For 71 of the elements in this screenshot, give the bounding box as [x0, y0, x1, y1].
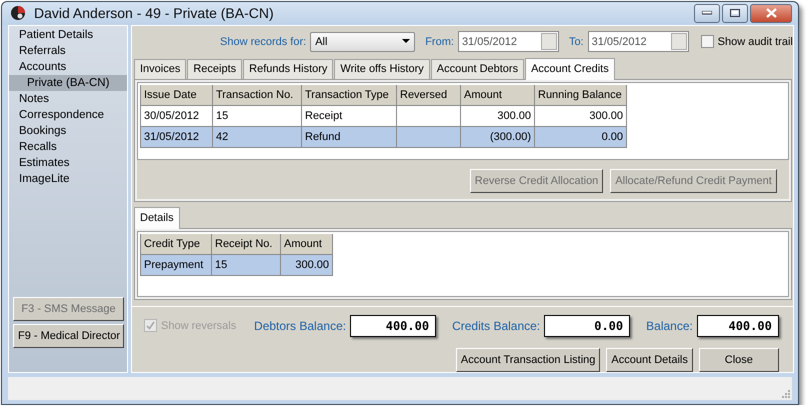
- sidebar-item[interactable]: ImageLite: [9, 170, 127, 186]
- tab[interactable]: Invoices: [134, 58, 186, 78]
- caret-icon: [402, 39, 410, 44]
- minimize-button[interactable]: [694, 4, 720, 23]
- audit-trail-label: Show audit trail: [718, 36, 793, 48]
- sidebar-item[interactable]: Recalls: [9, 138, 127, 154]
- column-header[interactable]: Transaction Type: [302, 84, 397, 106]
- tab[interactable]: Account Credits: [525, 58, 615, 80]
- tab[interactable]: Details: [134, 206, 180, 228]
- audit-trail-checkbox[interactable]: [700, 35, 714, 48]
- footer-button[interactable]: Close: [698, 348, 779, 372]
- shortcut-button[interactable]: F9 - Medical Director: [13, 324, 124, 348]
- balance-value: 400.00: [696, 314, 779, 336]
- tab[interactable]: Write offs History: [334, 58, 430, 78]
- sidebar-item[interactable]: Notes: [9, 90, 127, 106]
- sidebar-item[interactable]: Accounts: [9, 58, 127, 74]
- close-button[interactable]: [750, 4, 792, 23]
- table-cell: 15: [213, 106, 302, 126]
- sidebar-item[interactable]: Referrals: [9, 42, 127, 58]
- balance-value: 400.00: [350, 314, 436, 336]
- column-header[interactable]: Issue Date: [141, 84, 213, 106]
- records-select[interactable]: All: [310, 32, 416, 52]
- table-cell: 300.00: [281, 254, 333, 276]
- table-cell: Refund: [302, 126, 397, 148]
- tab[interactable]: Refunds History: [243, 58, 334, 78]
- table-cell: 0.00: [535, 126, 627, 148]
- date-picker-button[interactable]: [540, 33, 557, 50]
- balance-label: Credits Balance:: [452, 318, 540, 332]
- table-cell: 15: [212, 254, 281, 276]
- resize-grip-icon: [782, 390, 790, 398]
- window-title: David Anderson - 49 - Private (BA-CN): [34, 5, 275, 22]
- table-cell: 42: [213, 126, 302, 148]
- tab[interactable]: Account Debtors: [430, 58, 524, 78]
- column-header[interactable]: Transaction No.: [213, 84, 302, 106]
- footer-button[interactable]: Account Details: [606, 348, 693, 372]
- table-cell: 31/05/2012: [141, 126, 213, 148]
- table-cell: 30/05/2012: [141, 106, 213, 126]
- check-icon: [146, 321, 155, 330]
- column-header[interactable]: Receipt No.: [212, 234, 281, 254]
- balance-label: Balance:: [646, 318, 693, 332]
- from-date-field[interactable]: 31/05/2012: [458, 31, 559, 52]
- sidebar-item[interactable]: Estimates: [9, 154, 127, 170]
- sidebar-item[interactable]: Bookings: [9, 122, 127, 138]
- sidebar-item[interactable]: Patient Details: [9, 26, 127, 42]
- sidebar-item[interactable]: Correspondence: [9, 106, 127, 122]
- column-header[interactable]: Running Balance: [535, 84, 627, 106]
- tab[interactable]: Receipts: [187, 58, 242, 78]
- to-date-field[interactable]: 31/05/2012: [588, 31, 689, 52]
- balance-value: 0.00: [544, 314, 630, 336]
- table-cell: (300.00): [461, 126, 535, 148]
- date-picker-button[interactable]: [670, 33, 687, 50]
- maximize-button[interactable]: [722, 4, 748, 23]
- column-header[interactable]: Reversed: [397, 84, 461, 106]
- column-header[interactable]: Amount: [281, 234, 333, 254]
- table-cell: Prepayment: [141, 254, 212, 276]
- sidebar-item[interactable]: Private (BA-CN): [9, 74, 127, 90]
- table-cell: Receipt: [302, 106, 397, 126]
- column-header[interactable]: Credit Type: [141, 234, 212, 254]
- show-records-label: Show records for:: [220, 36, 306, 48]
- table-cell: 300.00: [535, 106, 627, 126]
- balance-label: Debtors Balance:: [254, 318, 346, 332]
- minimize-icon: [702, 11, 712, 16]
- table-cell: 300.00: [461, 106, 535, 126]
- show-reversals-label: Show reversals: [161, 320, 236, 332]
- app-icon: [10, 5, 26, 22]
- column-header[interactable]: Amount: [461, 84, 535, 106]
- close-icon: [766, 8, 776, 18]
- footer-button[interactable]: Account Transaction Listing: [456, 348, 600, 372]
- from-label: From:: [425, 36, 454, 48]
- to-label: To:: [568, 36, 584, 48]
- maximize-icon: [730, 9, 740, 18]
